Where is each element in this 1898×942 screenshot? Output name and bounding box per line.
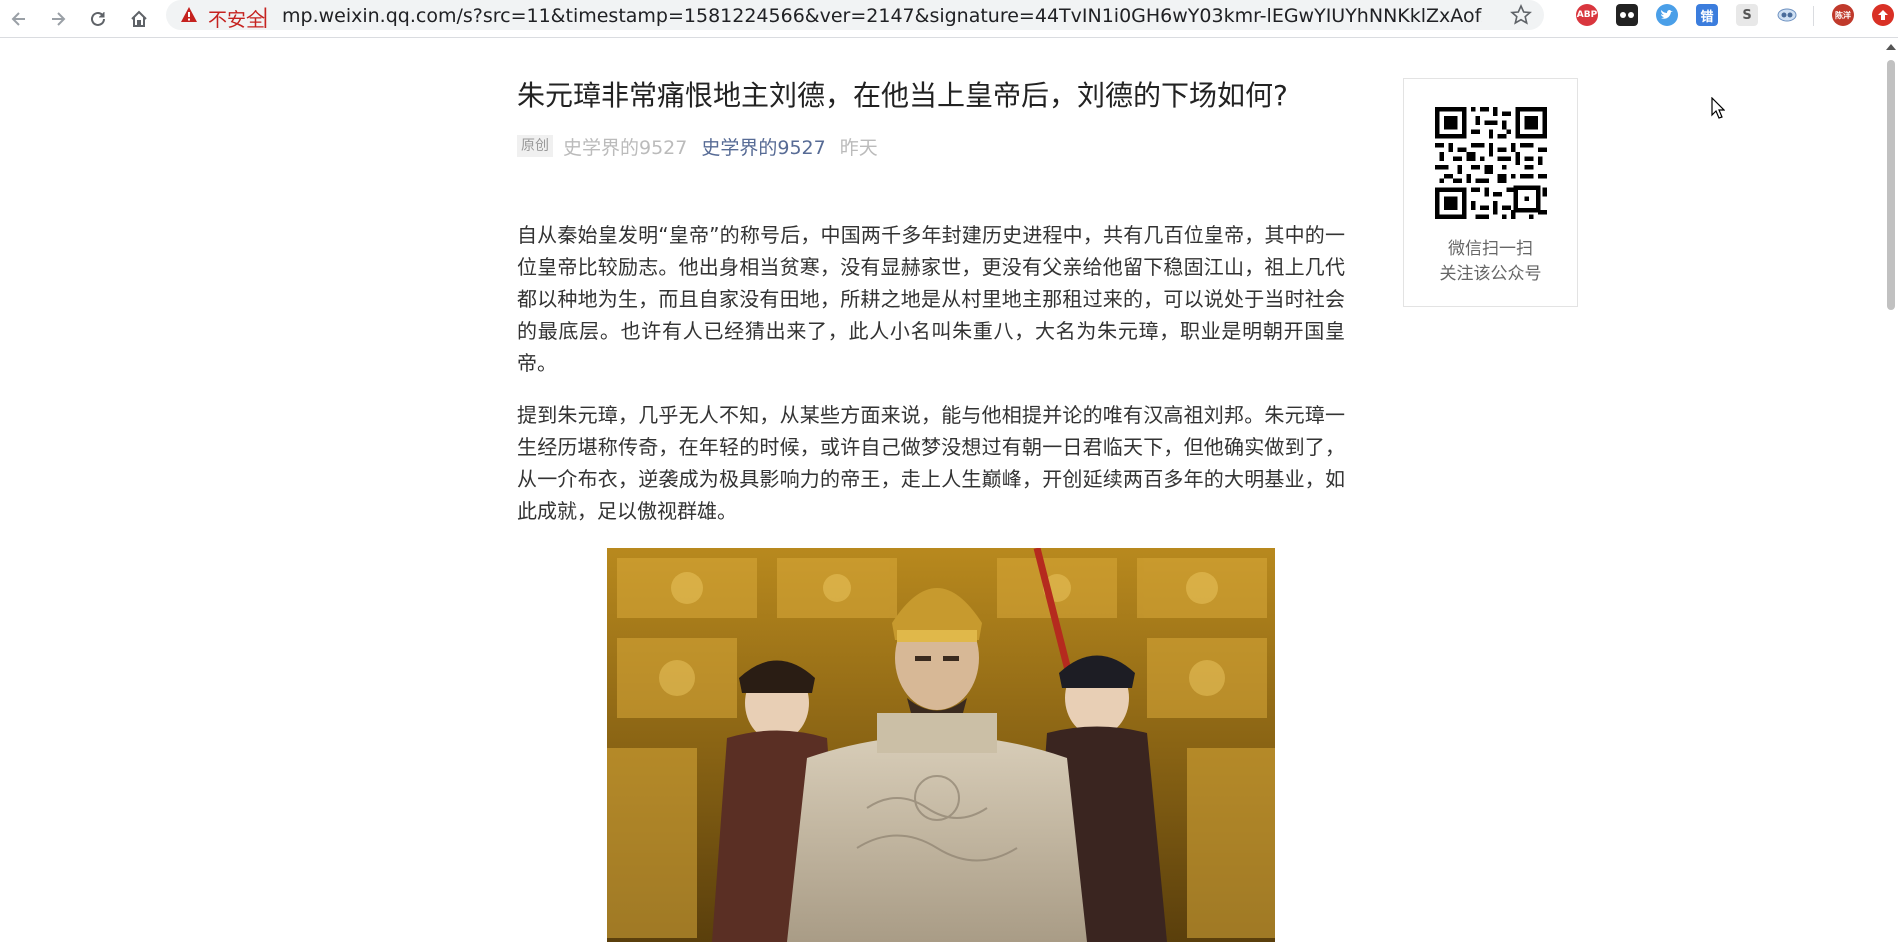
s-extension-label: S [1742,7,1752,23]
emperor-photo [607,548,1275,942]
warning-icon [181,7,197,22]
reload-button[interactable] [85,6,111,32]
account-name-link[interactable]: 史学界的9527 [701,133,825,160]
tweetdeck-bird-icon[interactable] [1656,4,1678,26]
page-scrollbar[interactable] [1882,38,1898,904]
scroll-thumb[interactable] [1887,60,1895,310]
article-paragraph: 自从秦始皇发明“皇帝”的称号后，中国两千多年封建历史进程中，共有几百位皇帝，其中… [517,223,1345,375]
qr-code-card: 微信扫一扫 关注该公众号 [1403,78,1578,307]
profile-label: 陈洋 [1835,10,1851,20]
publish-date: 昨天 [839,136,878,159]
article-paragraph: 提到朱元璋，几乎无人不知，从某些方面来说，能与他相提并论的唯有汉高祖刘邦。朱元璋… [517,403,1345,523]
eye-extension-icon[interactable] [1776,4,1798,26]
adblock-plus-icon[interactable]: ABP [1576,4,1598,26]
home-icon [131,10,147,27]
qr-caption: 微信扫一扫 关注该公众号 [1404,237,1577,287]
browser-toolbar: 不安全 | mp.weixin.qq.com/s?src=11&timestam… [0,0,1898,38]
s-extension-icon[interactable]: S [1736,4,1758,26]
url-separator: | [262,4,269,28]
bookmark-star-icon[interactable] [1510,4,1532,26]
home-button[interactable] [126,6,152,32]
extensions-divider [1813,6,1814,26]
translate-icon[interactable]: 错 [1696,4,1718,26]
qr-caption-line2: 关注该公众号 [1439,264,1542,284]
forward-button[interactable] [45,6,71,32]
reload-icon [91,11,105,26]
update-icon[interactable] [1872,4,1894,26]
tampermonkey-icon[interactable] [1616,4,1638,26]
profile-avatar[interactable]: 陈洋 [1832,4,1854,26]
translate-label: 错 [1700,9,1714,25]
article-image [607,548,1275,942]
article-meta: 原创 史学界的9527 史学界的9527 昨天 [517,132,878,160]
article-content: 朱元璋非常痛恨地主刘德，在他当上皇帝后，刘德的下场如何? 原创 史学界的9527… [517,38,1345,942]
insecure-label[interactable]: 不安全 [208,5,265,32]
scroll-up-arrow-icon[interactable] [1886,44,1896,50]
adblock-plus-label: ABP [1576,10,1598,20]
back-button[interactable] [6,6,32,32]
article-author: 史学界的9527 [563,136,688,159]
qr-caption-line1: 微信扫一扫 [1448,239,1533,259]
url-text[interactable]: mp.weixin.qq.com/s?src=11&timestamp=1581… [282,5,1482,27]
qr-code-image [1435,107,1547,219]
forward-arrow-icon [52,12,66,26]
original-badge: 原创 [517,135,553,157]
back-arrow-icon [11,12,25,26]
address-bar[interactable]: 不安全 | mp.weixin.qq.com/s?src=11&timestam… [166,0,1544,32]
mouse-cursor-icon [1711,97,1725,119]
article-title: 朱元璋非常痛恨地主刘德，在他当上皇帝后，刘德的下场如何? [517,79,1288,112]
